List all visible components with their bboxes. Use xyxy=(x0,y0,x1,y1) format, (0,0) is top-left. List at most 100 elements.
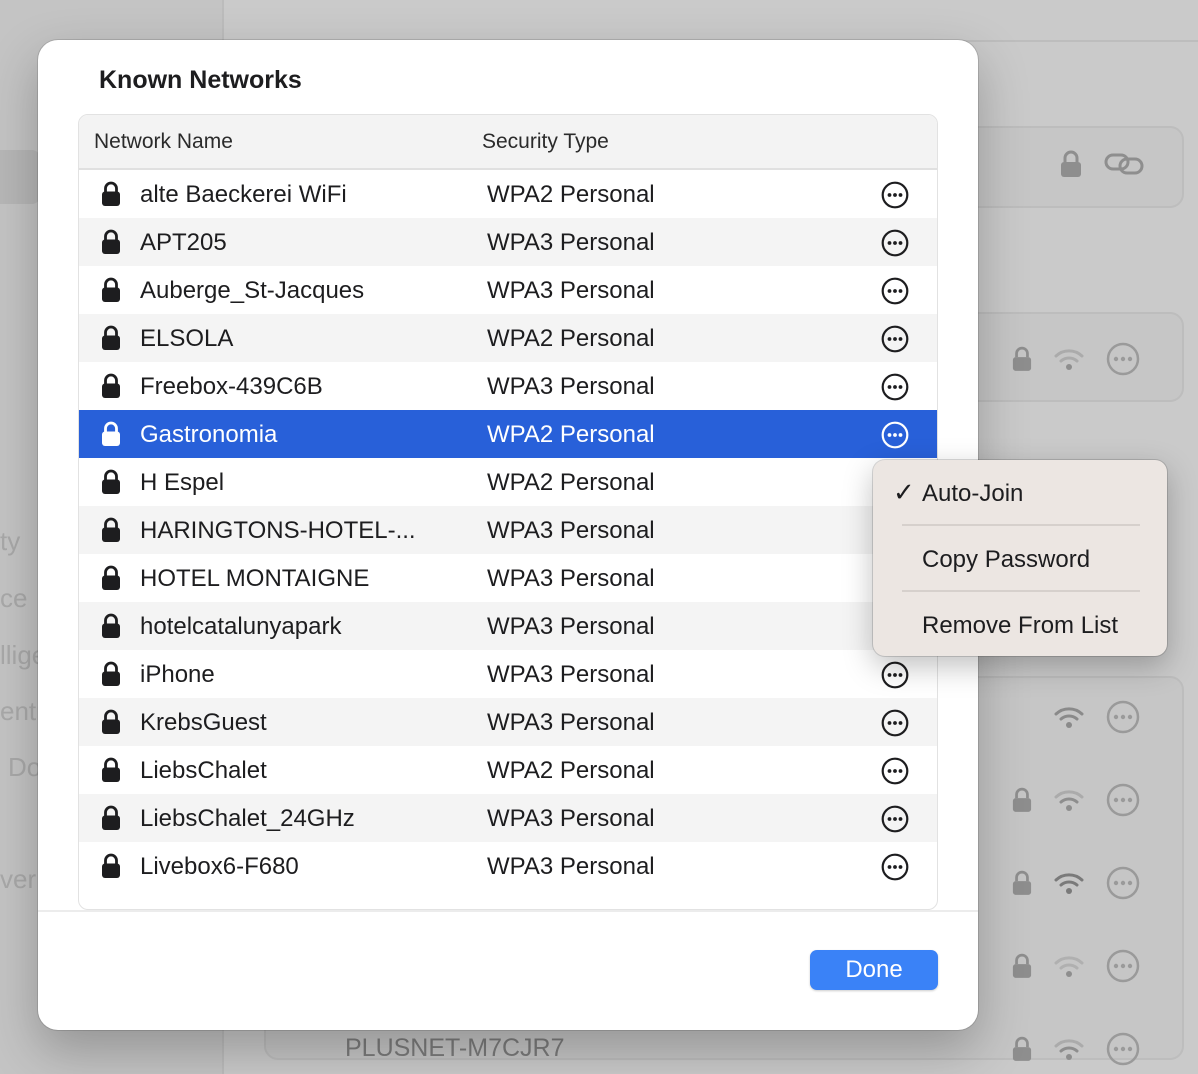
bg-row-icons xyxy=(1012,1032,1140,1066)
sidebar-fragment: Do xyxy=(8,752,42,782)
more-options-icon[interactable] xyxy=(881,229,909,257)
background-network-name: PLUSNET-M7CJR7 xyxy=(345,1034,565,1062)
bg-row-icons xyxy=(1054,700,1140,734)
table-row[interactable]: KrebsGuest WPA3 Personal xyxy=(79,698,937,746)
lock-icon xyxy=(102,181,120,206)
table-row[interactable]: Freebox-439C6B WPA3 Personal xyxy=(79,362,937,410)
lock-icon xyxy=(102,757,120,782)
sidebar-selection-highlight xyxy=(0,150,40,204)
table-row[interactable]: hotelcatalunyapark WPA3 Personal xyxy=(79,602,937,650)
table-row[interactable]: APT205 WPA3 Personal xyxy=(79,218,937,266)
sidebar-fragment: ty xyxy=(0,526,21,556)
security-type: WPA3 Personal xyxy=(487,229,655,256)
table-row[interactable]: iPhone WPA3 Personal xyxy=(79,650,937,698)
known-networks-dialog: Known Networks Network Name Security Typ… xyxy=(38,40,978,1030)
wifi-icon xyxy=(1054,873,1084,894)
lock-icon xyxy=(102,517,120,542)
security-type: WPA3 Personal xyxy=(487,517,655,544)
network-name: APT205 xyxy=(140,229,227,256)
lock-icon xyxy=(102,661,120,686)
wifi-icon xyxy=(1054,956,1084,977)
table-row[interactable]: HARINGTONS-HOTEL-... WPA3 Personal xyxy=(79,506,937,554)
more-options-icon[interactable] xyxy=(881,709,909,737)
menu-separator xyxy=(902,524,1140,526)
sidebar-fragment: ver xyxy=(0,864,37,894)
table-row[interactable]: ELSOLA WPA2 Personal xyxy=(79,314,937,362)
more-options-icon xyxy=(1106,700,1140,734)
table-row[interactable]: alte Baeckerei WiFi WPA2 Personal xyxy=(79,170,937,218)
lock-icon xyxy=(1012,1036,1032,1061)
table-row[interactable]: LiebsChalet WPA2 Personal xyxy=(79,746,937,794)
bg-row-icons xyxy=(1012,783,1140,817)
more-options-icon[interactable] xyxy=(881,325,909,353)
security-type: WPA3 Personal xyxy=(487,277,655,304)
column-header-network-name[interactable]: Network Name xyxy=(94,130,233,154)
dialog-title: Known Networks xyxy=(99,66,302,94)
more-options-icon[interactable] xyxy=(881,661,909,689)
table-row[interactable]: HOTEL MONTAIGNE WPA3 Personal xyxy=(79,554,937,602)
security-type: WPA3 Personal xyxy=(487,805,655,832)
network-name: Freebox-439C6B xyxy=(140,373,323,400)
table-row[interactable]: Livebox6-F680 WPA3 Personal xyxy=(79,842,937,890)
network-name: HARINGTONS-HOTEL-... xyxy=(140,517,416,544)
bg-row-icons xyxy=(1012,866,1140,900)
lock-icon xyxy=(102,325,120,350)
done-button[interactable]: Done xyxy=(810,950,938,990)
more-options-icon[interactable] xyxy=(881,181,909,209)
network-name: LiebsChalet_24GHz xyxy=(140,805,355,832)
more-options-icon[interactable] xyxy=(881,373,909,401)
more-options-icon[interactable] xyxy=(881,421,909,449)
menu-item-remove-from-list[interactable]: Remove From List xyxy=(922,612,1118,640)
network-name: iPhone xyxy=(140,661,215,688)
table-row[interactable]: LiebsChalet_24GHz WPA3 Personal xyxy=(79,794,937,842)
security-type: WPA3 Personal xyxy=(487,853,655,880)
security-type: WPA3 Personal xyxy=(487,661,655,688)
bg-row-icons xyxy=(1012,949,1140,983)
lock-icon xyxy=(102,229,120,254)
more-options-icon[interactable] xyxy=(881,277,909,305)
network-name: LiebsChalet xyxy=(140,757,267,784)
bg-row-icons xyxy=(1012,342,1140,376)
security-type: WPA3 Personal xyxy=(487,373,655,400)
network-name: H Espel xyxy=(140,469,225,496)
lock-icon xyxy=(102,277,120,302)
wifi-icon xyxy=(1054,349,1084,370)
menu-item-auto-join[interactable]: Auto-Join xyxy=(922,480,1023,508)
menu-item-copy-password[interactable]: Copy Password xyxy=(922,546,1090,574)
checkmark-icon: ✓ xyxy=(893,477,915,507)
lock-icon xyxy=(102,853,120,878)
table-row-selected[interactable]: Gastronomia WPA2 Personal xyxy=(79,410,937,458)
more-options-icon[interactable] xyxy=(881,757,909,785)
dialog-divider xyxy=(38,910,978,912)
more-options-icon[interactable] xyxy=(881,853,909,881)
column-header-security-type[interactable]: Security Type xyxy=(482,130,609,154)
security-type: WPA3 Personal xyxy=(487,613,655,640)
more-options-icon xyxy=(1106,1032,1140,1066)
wifi-icon xyxy=(1054,707,1084,728)
lock-icon xyxy=(102,613,120,638)
lock-icon xyxy=(1012,953,1032,978)
security-type: WPA2 Personal xyxy=(487,325,655,352)
more-options-icon xyxy=(1106,783,1140,817)
security-type: WPA2 Personal xyxy=(487,757,655,784)
more-options-icon[interactable] xyxy=(881,805,909,833)
lock-icon xyxy=(102,805,120,830)
network-name: alte Baeckerei WiFi xyxy=(140,181,347,208)
bg-row-icons xyxy=(1060,150,1144,178)
network-name: Auberge_St-Jacques xyxy=(140,277,365,304)
more-options-icon xyxy=(1106,866,1140,900)
more-options-icon xyxy=(1106,949,1140,983)
lock-icon xyxy=(102,709,120,734)
lock-icon xyxy=(102,469,120,494)
table-row[interactable]: Auberge_St-Jacques WPA3 Personal xyxy=(79,266,937,314)
table-row[interactable]: H Espel WPA2 Personal xyxy=(79,458,937,506)
lock-icon xyxy=(1012,787,1032,812)
table-header: Network Name Security Type xyxy=(79,115,937,170)
wifi-icon xyxy=(1054,1039,1084,1060)
table-body: alte Baeckerei WiFi WPA2 Personal APT205 WP… xyxy=(79,170,937,890)
lock-icon xyxy=(102,421,120,446)
security-type: WPA3 Personal xyxy=(487,709,655,736)
menu-separator xyxy=(902,590,1140,592)
more-options-icon xyxy=(1106,342,1140,376)
network-name: Gastronomia xyxy=(140,421,278,448)
